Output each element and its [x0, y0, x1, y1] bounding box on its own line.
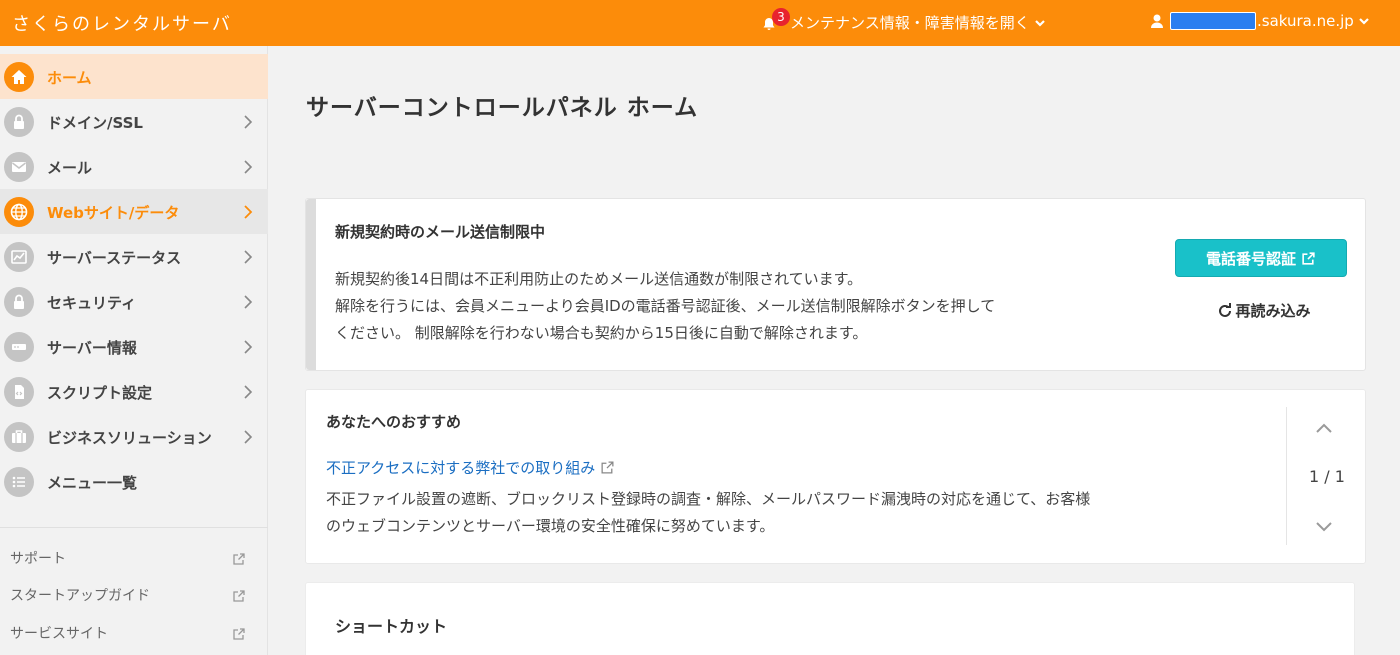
- sidebar-link-label: スタートアップガイド: [10, 588, 150, 604]
- bell-icon: 3: [762, 7, 790, 31]
- sidebar-item-label: ホーム: [47, 69, 92, 87]
- recommendation-body-line: 不正ファイル設置の遮断、ブロックリスト登録時の調査・解除、メールパスワード漏洩時…: [326, 490, 1091, 508]
- sidebar: ホーム ドメイン/SSL メール Webサイト/データ サーバーステータス セキ: [0, 46, 268, 655]
- sidebar-item-domain-ssl[interactable]: ドメイン/SSL: [0, 99, 268, 144]
- alert-title: 新規契約時のメール送信制限中: [335, 223, 546, 241]
- user-account-menu[interactable]: .sakura.ne.jp: [1150, 12, 1370, 30]
- alert-accent-bar: [306, 199, 316, 370]
- home-icon: [4, 62, 34, 92]
- sidebar-item-mail[interactable]: メール: [0, 144, 268, 189]
- list-icon: [4, 467, 34, 497]
- mail-icon: [4, 152, 34, 182]
- maintenance-info-toggle[interactable]: 3 メンテナンス情報・障害情報を開く: [762, 7, 1046, 33]
- sidebar-item-label: Webサイト/データ: [47, 204, 180, 222]
- chevron-right-icon: [244, 205, 253, 219]
- chevron-right-icon: [244, 385, 253, 399]
- sidebar-item-label: セキュリティ: [47, 294, 137, 312]
- external-link-icon: [233, 553, 245, 565]
- recommendation-card: あなたへのおすすめ 不正アクセスに対する弊社での取り組み 不正ファイル設置の遮断…: [305, 389, 1366, 564]
- sidebar-divider: [0, 527, 268, 528]
- brand-logo[interactable]: さくらのレンタルサーバ: [12, 10, 232, 36]
- sidebar-link-label: サポート: [10, 551, 66, 567]
- external-link-icon: [601, 461, 614, 474]
- chevron-right-icon: [244, 295, 253, 309]
- briefcase-icon: [4, 422, 34, 452]
- alert-body-line: 新規契約後14日間は不正利用防止のためメール送信通数が制限されています。: [335, 270, 863, 288]
- chevron-down-icon[interactable]: [1314, 520, 1334, 534]
- chevron-right-icon: [244, 160, 253, 174]
- recommendation-body-line: のウェブコンテンツとサーバー環境の安全性確保に努めています。: [326, 517, 775, 535]
- sidebar-link-service-site[interactable]: サービスサイト: [10, 623, 258, 647]
- sidebar-item-label: サーバーステータス: [47, 249, 182, 267]
- chevron-right-icon: [244, 340, 253, 354]
- recommendation-link-text: 不正アクセスに対する弊社での取り組み: [326, 459, 596, 477]
- alert-body: 新規契約後14日間は不正利用防止のためメール送信通数が制限されています。 解除を…: [335, 266, 1155, 347]
- chevron-right-icon: [244, 430, 253, 444]
- recommendation-pager: 1 / 1: [1286, 407, 1366, 545]
- recommendation-body: 不正ファイル設置の遮断、ブロックリスト登録時の調査・解除、メールパスワード漏洩時…: [326, 486, 1271, 540]
- sidebar-item-label: ビジネスソリューション: [47, 429, 212, 447]
- chart-icon: [4, 242, 34, 272]
- sidebar-item-label: サーバー情報: [47, 339, 137, 357]
- recommendation-link[interactable]: 不正アクセスに対する弊社での取り組み: [326, 457, 615, 478]
- maintenance-label: メンテナンス情報・障害情報を開く: [790, 14, 1030, 32]
- sidebar-item-home[interactable]: ホーム: [0, 54, 268, 99]
- sidebar-item-security[interactable]: セキュリティ: [0, 279, 268, 324]
- sidebar-item-server-status[interactable]: サーバーステータス: [0, 234, 268, 279]
- sidebar-link-support[interactable]: サポート: [10, 548, 258, 572]
- mail-restriction-alert: 新規契約時のメール送信制限中 新規契約後14日間は不正利用防止のためメール送信通…: [305, 198, 1366, 371]
- sidebar-link-label: サービスサイト: [10, 626, 108, 642]
- page-title: サーバーコントロールパネル ホーム: [306, 95, 699, 121]
- reload-icon: [1219, 302, 1232, 317]
- chevron-right-icon: [244, 250, 253, 264]
- recommendation-title: あなたへのおすすめ: [326, 413, 462, 431]
- user-domain: .sakura.ne.jp: [1257, 12, 1354, 30]
- sidebar-link-startup-guide[interactable]: スタートアップガイド: [10, 585, 258, 609]
- reload-button[interactable]: 再読み込み: [1204, 300, 1324, 321]
- reload-label: 再読み込み: [1235, 302, 1311, 320]
- external-link-icon: [1302, 251, 1315, 265]
- notification-badge: 3: [772, 7, 790, 26]
- sidebar-item-label: メール: [47, 159, 93, 177]
- sidebar-item-menu-list[interactable]: メニュー一覧: [0, 459, 268, 504]
- phone-verification-label: 電話番号認証: [1205, 249, 1296, 268]
- chevron-down-icon: [1359, 18, 1369, 25]
- sidebar-item-label: スクリプト設定: [47, 384, 153, 402]
- alert-body-line: ください。 制限解除を行わない場合も契約から15日後に自動で解除されます。: [335, 324, 868, 342]
- sidebar-item-server-info[interactable]: サーバー情報: [0, 324, 268, 369]
- lock-key-icon: [4, 107, 34, 137]
- external-link-icon: [233, 628, 245, 640]
- sidebar-item-script-settings[interactable]: スクリプト設定: [0, 369, 268, 414]
- sidebar-item-business-solution[interactable]: ビジネスソリューション: [0, 414, 268, 459]
- sidebar-item-website-data[interactable]: Webサイト/データ: [0, 189, 268, 234]
- padlock-icon: [4, 287, 34, 317]
- shortcut-card: ショートカット: [305, 582, 1355, 655]
- shortcut-title: ショートカット: [335, 617, 448, 636]
- chevron-right-icon: [244, 115, 253, 129]
- external-link-icon: [233, 590, 245, 602]
- username-redacted: [1170, 12, 1256, 30]
- sidebar-item-label: メニュー一覧: [47, 474, 138, 492]
- top-header-bar: さくらのレンタルサーバ 3 メンテナンス情報・障害情報を開く .sakura.n…: [0, 0, 1400, 46]
- server-icon: [4, 332, 34, 362]
- phone-verification-button[interactable]: 電話番号認証: [1175, 239, 1347, 277]
- alert-body-line: 解除を行うには、会員メニューより会員IDの電話番号認証後、メール送信制限解除ボタ…: [335, 297, 996, 315]
- user-icon: [1151, 14, 1163, 28]
- chevron-down-icon: [1034, 19, 1045, 27]
- script-icon: [4, 377, 34, 407]
- sidebar-item-label: ドメイン/SSL: [47, 114, 143, 132]
- pager-count: 1 / 1: [1309, 467, 1345, 486]
- chevron-up-icon[interactable]: [1314, 421, 1334, 435]
- globe-icon: [4, 197, 34, 227]
